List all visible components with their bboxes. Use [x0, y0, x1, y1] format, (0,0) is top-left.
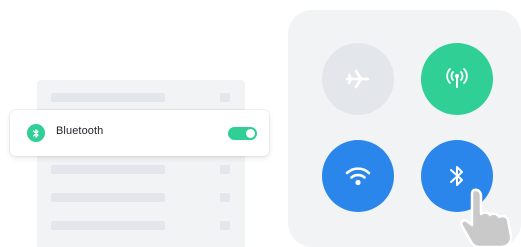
hotspot-icon [446, 68, 468, 88]
placeholder-square [220, 93, 230, 102]
bluetooth-toggle[interactable] [228, 127, 257, 140]
toggle-knob [246, 129, 255, 138]
hand-pointer-icon [460, 188, 513, 247]
placeholder-row [51, 193, 165, 202]
bluetooth-setting-row[interactable]: Bluetooth [10, 110, 269, 156]
airplane-icon [345, 69, 370, 89]
placeholder-square [220, 193, 230, 202]
wifi-icon [345, 167, 371, 186]
bluetooth-label: Bluetooth [56, 125, 104, 137]
bluetooth-icon [27, 124, 45, 142]
bluetooth-icon [450, 166, 463, 186]
airplane-mode-tile[interactable] [322, 43, 394, 115]
hotspot-tile[interactable] [421, 43, 493, 115]
settings-list [37, 80, 245, 247]
placeholder-square [220, 165, 230, 174]
placeholder-row [51, 221, 165, 230]
placeholder-row [51, 165, 165, 174]
wifi-tile[interactable] [322, 140, 394, 212]
placeholder-row [51, 93, 165, 102]
placeholder-square [220, 221, 230, 230]
